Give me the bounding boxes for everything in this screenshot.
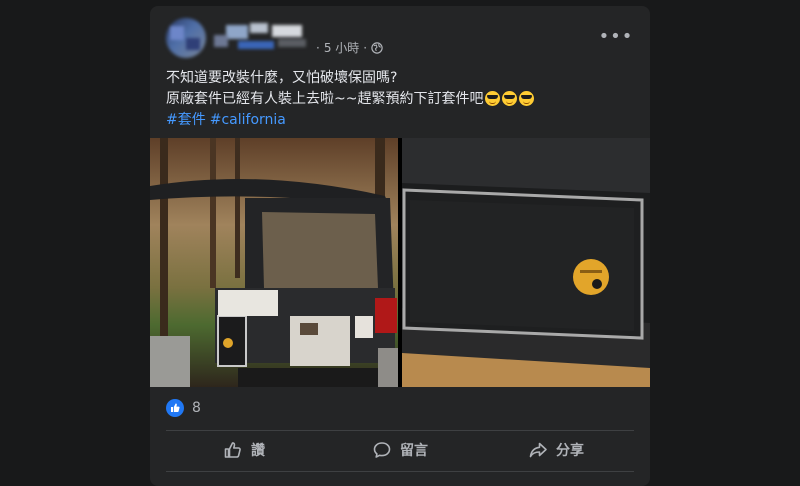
post-text-line-2-text: 原廠套件已經有人裝上去啦~~趕緊預約下訂套件吧 <box>166 91 484 107</box>
post-card: · 5 小時 · ••• 不知道要改裝什麼，又怕破壞保固嗎? 原廠套件已經有人裝… <box>150 6 650 486</box>
meta-separator: · <box>316 40 320 55</box>
photo-van-rear-kitchen[interactable] <box>150 138 398 387</box>
divider <box>166 471 634 472</box>
action-bar: 讚 留言 分享 <box>166 432 634 468</box>
post-text-line-1: 不知道要改裝什麼，又怕破壞保固嗎? <box>166 70 398 86</box>
comment-button[interactable]: 留言 <box>322 432 478 468</box>
share-button[interactable]: 分享 <box>478 432 634 468</box>
post-meta: · 5 小時 · <box>316 39 383 56</box>
share-icon <box>529 442 547 458</box>
sunglasses-emoji-icon <box>502 91 518 106</box>
comment-label: 留言 <box>400 443 428 459</box>
sunglasses-emoji-icon <box>519 91 535 106</box>
photo-storage-box[interactable] <box>402 138 650 387</box>
share-label: 分享 <box>556 443 584 459</box>
sunglasses-emoji-icon <box>485 91 501 106</box>
post-timestamp[interactable]: 5 小時 <box>324 39 359 56</box>
post-text-line-2: 原廠套件已經有人裝上去啦~~趕緊預約下訂套件吧 <box>166 89 636 110</box>
hashtag-link[interactable]: #california <box>210 112 286 128</box>
like-icon <box>166 399 184 417</box>
hashtag-link[interactable]: #套件 <box>166 112 206 128</box>
more-options-icon[interactable]: ••• <box>598 20 634 52</box>
globe-icon[interactable] <box>371 41 383 54</box>
comment-icon <box>373 442 391 458</box>
reaction-summary[interactable]: 8 <box>166 399 201 417</box>
post-header: · 5 小時 · ••• <box>150 6 650 62</box>
avatar[interactable] <box>166 18 206 58</box>
author-name-blurred[interactable] <box>214 19 314 49</box>
thumbs-up-icon <box>224 442 241 458</box>
meta-separator-2: · <box>363 40 368 55</box>
divider <box>166 430 634 431</box>
post-hashtags: #套件 #california <box>166 110 636 131</box>
like-label: 讚 <box>251 443 265 459</box>
like-button[interactable]: 讚 <box>166 432 322 468</box>
reaction-count[interactable]: 8 <box>192 400 201 416</box>
post-photos <box>150 138 650 387</box>
post-text: 不知道要改裝什麼，又怕破壞保固嗎? 原廠套件已經有人裝上去啦~~趕緊預約下訂套件… <box>166 68 636 131</box>
